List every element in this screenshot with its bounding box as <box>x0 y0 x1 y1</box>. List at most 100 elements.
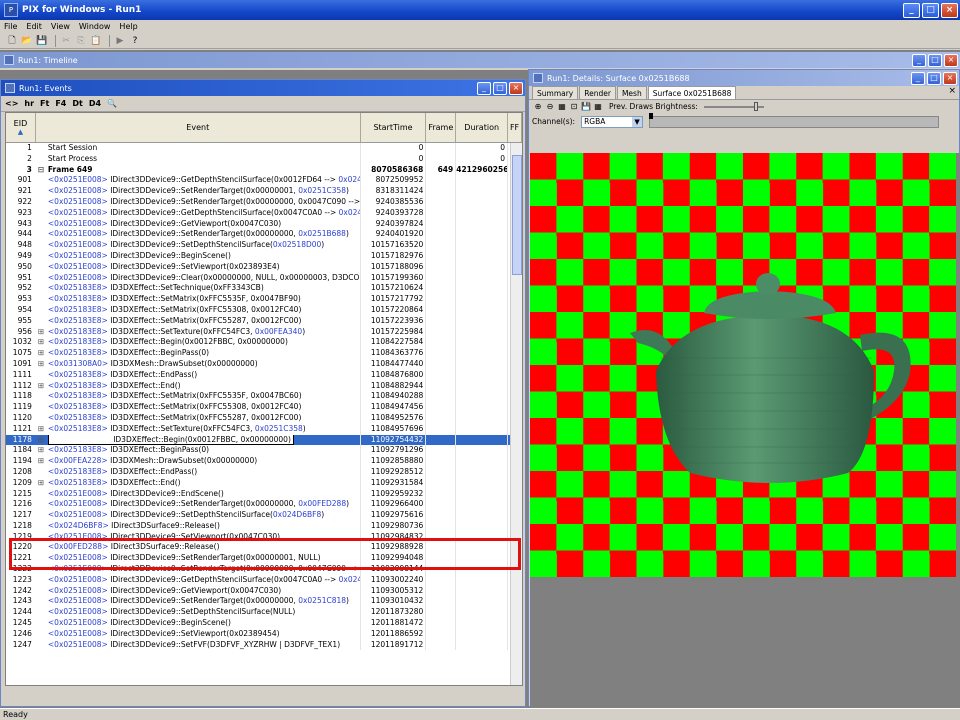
toggle-tree-button[interactable]: <> <box>5 99 18 108</box>
col-starttime[interactable]: StartTime <box>361 113 427 142</box>
table-row[interactable]: 1184 ⊞ <0x025183E8> ID3DXEffect::BeginPass… <box>6 445 522 457</box>
paste-icon[interactable]: 📋 <box>90 35 102 47</box>
col-duration[interactable]: Duration <box>456 113 509 142</box>
menu-file[interactable]: File <box>4 22 17 31</box>
vertical-scrollbar[interactable] <box>510 143 522 685</box>
menu-edit[interactable]: Edit <box>26 22 42 31</box>
tab-mesh[interactable]: Mesh <box>616 86 647 99</box>
brightness-slider[interactable] <box>703 101 764 111</box>
col-ff[interactable]: FF <box>508 113 522 142</box>
table-row[interactable]: 953 <0x025183E8> ID3DXEffect::SetMatrix(0… <box>6 294 522 305</box>
table-row[interactable]: 1247 <0x0251E008> IDirect3DDevice9::SetFV… <box>6 639 522 651</box>
expand-toggle-icon[interactable]: ⊞ <box>38 359 48 370</box>
maximize-icon[interactable]: □ <box>928 53 942 67</box>
table-row[interactable]: 923 <0x0251E008> IDirect3DDevice9::GetDep… <box>6 207 522 219</box>
table-row[interactable]: 1 Start Session 0 0 <box>6 143 522 154</box>
table-row[interactable]: 1217 <0x0251E008> IDirect3DDevice9::SetDe… <box>6 510 522 521</box>
table-row[interactable]: 1091 ⊞ <0x031308A0> ID3DXMesh::DrawSubset(… <box>6 358 522 370</box>
search-icon[interactable]: 🔍 <box>107 99 117 108</box>
cut-icon[interactable]: ✂ <box>60 35 72 47</box>
minimize-icon[interactable]: _ <box>477 81 491 95</box>
expand-toggle-icon[interactable]: ⊞ <box>38 445 48 456</box>
table-row[interactable]: 1032 ⊞ <0x025183E8> ID3DXEffect::Begin(0x0… <box>6 337 522 349</box>
table-row[interactable]: 1178 ⊞ <0x025183E8> ID3DXEffect::Begin(0x0… <box>6 434 522 446</box>
f4-button[interactable]: F4 <box>55 99 66 108</box>
surface-canvas[interactable] <box>530 153 960 720</box>
expand-toggle-icon[interactable]: ⊞ <box>38 348 48 359</box>
table-row[interactable]: 1243 <0x0251E008> IDirect3DDevice9::SetRe… <box>6 596 522 608</box>
channel-select[interactable]: RGBA ▼ <box>581 115 644 128</box>
close-tab-icon[interactable]: × <box>948 86 956 99</box>
d4-button[interactable]: D4 <box>89 99 101 108</box>
table-row[interactable]: 949 <0x0251E008> IDirect3DDevice9::BeginS… <box>6 250 522 262</box>
table-row[interactable]: 1075 ⊞ <0x025183E8> ID3DXEffect::BeginPass… <box>6 348 522 359</box>
close-icon[interactable]: × <box>943 71 957 85</box>
col-frame[interactable]: Frame <box>426 113 457 142</box>
menu-help[interactable]: Help <box>119 22 137 31</box>
menu-window[interactable]: Window <box>79 22 111 31</box>
table-row[interactable]: 1216 <0x0251E008> IDirect3DDevice9::SetRe… <box>6 499 522 511</box>
details-titlebar[interactable]: Run1: Details: Surface 0x0251B688 _ □ × <box>529 70 959 86</box>
maximize-icon[interactable]: □ <box>922 2 939 18</box>
table-row[interactable]: 951 <0x0251E008> IDirect3DDevice9::Clear(… <box>6 272 522 284</box>
table-row[interactable]: 1112 ⊞ <0x025183E8> ID3DXEffect::End() 1108… <box>6 380 522 392</box>
gradient-marker[interactable] <box>649 112 654 119</box>
help-icon[interactable]: ? <box>129 35 141 47</box>
expand-toggle-icon[interactable]: ⊟ <box>38 165 48 176</box>
slider-handle[interactable] <box>753 101 758 111</box>
zoom-in-icon[interactable]: ⊕ <box>533 102 543 112</box>
expand-toggle-icon[interactable]: ⊞ <box>38 456 48 467</box>
close-icon[interactable]: × <box>941 2 958 18</box>
table-row[interactable]: 943 <0x0251E008> IDirect3DDevice9::GetVie… <box>6 218 522 230</box>
expand-toggle-icon[interactable]: ⊞ <box>38 435 48 446</box>
tab-render[interactable]: Render <box>579 86 616 99</box>
grid-icon[interactable]: ▦ <box>557 102 567 112</box>
expand-toggle-icon[interactable]: ⊞ <box>38 327 48 338</box>
close-icon[interactable]: × <box>509 81 523 95</box>
ft-button[interactable]: Ft <box>40 99 49 108</box>
hr-button[interactable]: hr <box>24 99 34 108</box>
expand-toggle-icon[interactable]: ⊞ <box>38 478 48 489</box>
tab-summary[interactable]: Summary <box>532 86 579 99</box>
save-icon[interactable]: 💾 <box>581 102 591 112</box>
table-row[interactable]: 922 <0x0251E008> IDirect3DDevice9::SetRen… <box>6 196 522 208</box>
table-row[interactable]: 1242 <0x0251E008> IDirect3DDevice9::GetVi… <box>6 585 522 597</box>
table-row[interactable]: 901 <0x0251E008> IDirect3DDevice9::GetDep… <box>6 175 522 187</box>
expand-toggle-icon[interactable]: ⊞ <box>38 337 48 348</box>
open-folder-icon[interactable]: 📂 <box>21 35 33 47</box>
table-row[interactable]: 1194 ⊞ <0x00FEA228> ID3DXMesh::DrawSubset(… <box>6 456 522 467</box>
scrollbar-thumb[interactable] <box>512 155 522 275</box>
table-row[interactable]: 952 <0x025183E8> ID3DXEffect::SetTechniqu… <box>6 283 522 295</box>
maximize-icon[interactable]: □ <box>493 81 507 95</box>
table-row[interactable]: 954 <0x025183E8> ID3DXEffect::SetMatrix(0… <box>6 304 522 316</box>
tab-surface[interactable]: Surface 0x0251B688 <box>647 86 737 99</box>
table-row[interactable]: 955 <0x025183E8> ID3DXEffect::SetMatrix(0… <box>6 315 522 327</box>
expand-toggle-icon[interactable]: ⊞ <box>38 424 48 435</box>
table-row[interactable]: 921 <0x0251E008> IDirect3DDevice9::SetRen… <box>6 186 522 197</box>
timeline-titlebar[interactable]: Run1: Timeline _ □ × <box>0 52 960 68</box>
table-row[interactable]: 1121 ⊞ <0x025183E8> ID3DXEffect::SetTextur… <box>6 423 522 435</box>
new-file-icon[interactable]: 🗋 <box>6 35 18 47</box>
maximize-icon[interactable]: □ <box>927 71 941 85</box>
table-row[interactable]: 2 Start Process 0 0 <box>6 153 522 165</box>
table-row[interactable]: 1208 <0x025183E8> ID3DXEffect::EndPass() 1… <box>6 466 522 478</box>
events-titlebar[interactable]: Run1: Events _ □ × <box>1 80 525 96</box>
table-row[interactable]: 1223 <0x0251E008> IDirect3DDevice9::GetDe… <box>6 574 522 586</box>
table-row[interactable]: 1118 <0x025183E8> ID3DXEffect::SetMatrix(… <box>6 391 522 403</box>
table-row[interactable]: 1218 <0x024D6BF8> IDirect3DSurface9::Rele… <box>6 520 522 532</box>
zoom-out-icon[interactable]: ⊖ <box>545 102 555 112</box>
table-row[interactable]: 1119 <0x025183E8> ID3DXEffect::SetMatrix(… <box>6 402 522 413</box>
table-row[interactable]: 944 <0x0251E008> IDirect3DDevice9::SetRen… <box>6 229 522 241</box>
save-icon[interactable]: 💾 <box>36 35 48 47</box>
table-row[interactable]: 3 ⊟ Frame 649 8070586368 649 4212960256 <box>6 164 522 176</box>
table-row[interactable]: 950 <0x0251E008> IDirect3DDevice9::SetVie… <box>6 261 522 273</box>
table-row[interactable]: 1244 <0x0251E008> IDirect3DDevice9::SetDe… <box>6 607 522 619</box>
run-icon[interactable]: ▶ <box>114 35 126 47</box>
col-eid[interactable]: EID ▲ <box>6 113 36 142</box>
dt-button[interactable]: Dt <box>72 99 82 108</box>
chevron-down-icon[interactable]: ▼ <box>632 116 643 127</box>
close-icon[interactable]: × <box>944 53 958 67</box>
table-row[interactable]: 1245 <0x0251E008> IDirect3DDevice9::Begin… <box>6 618 522 629</box>
table-row[interactable]: 1246 <0x0251E008> IDirect3DDevice9::SetVi… <box>6 628 522 640</box>
gradient-bar[interactable] <box>649 112 940 128</box>
